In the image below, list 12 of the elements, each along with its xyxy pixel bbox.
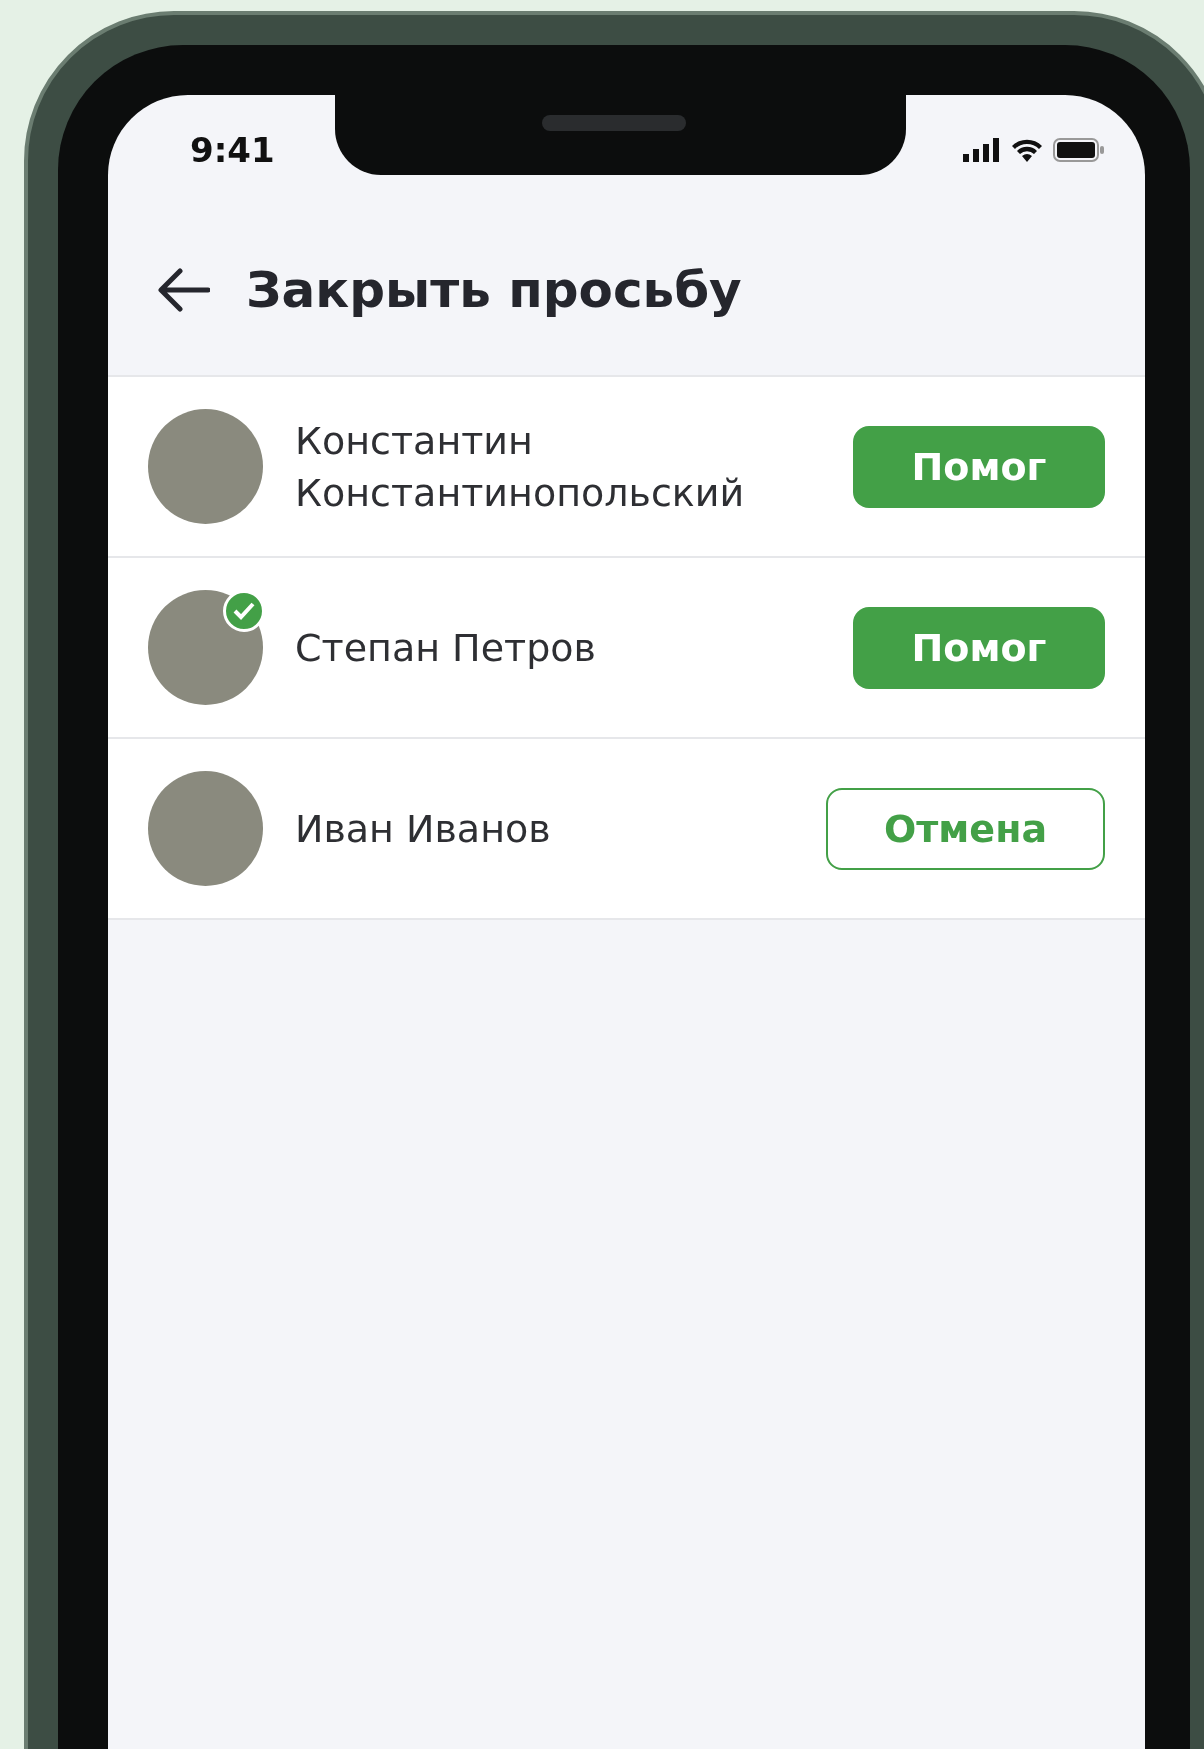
battery-icon <box>1053 138 1105 162</box>
signal-icon <box>963 138 1001 162</box>
status-time: 9:41 <box>190 130 275 170</box>
wifi-icon <box>1011 138 1043 162</box>
page-title: Закрыть просьбу <box>246 261 742 319</box>
action-button[interactable]: Помог <box>853 606 1105 689</box>
helper-name: Константин Константинопольский <box>295 417 746 517</box>
action-button[interactable]: Отмена <box>826 787 1105 870</box>
action-button[interactable]: Помог <box>853 425 1105 508</box>
back-button[interactable] <box>158 268 210 312</box>
helper-name: Степан Петров <box>295 624 597 672</box>
helper-name: Иван Иванов <box>295 805 552 853</box>
